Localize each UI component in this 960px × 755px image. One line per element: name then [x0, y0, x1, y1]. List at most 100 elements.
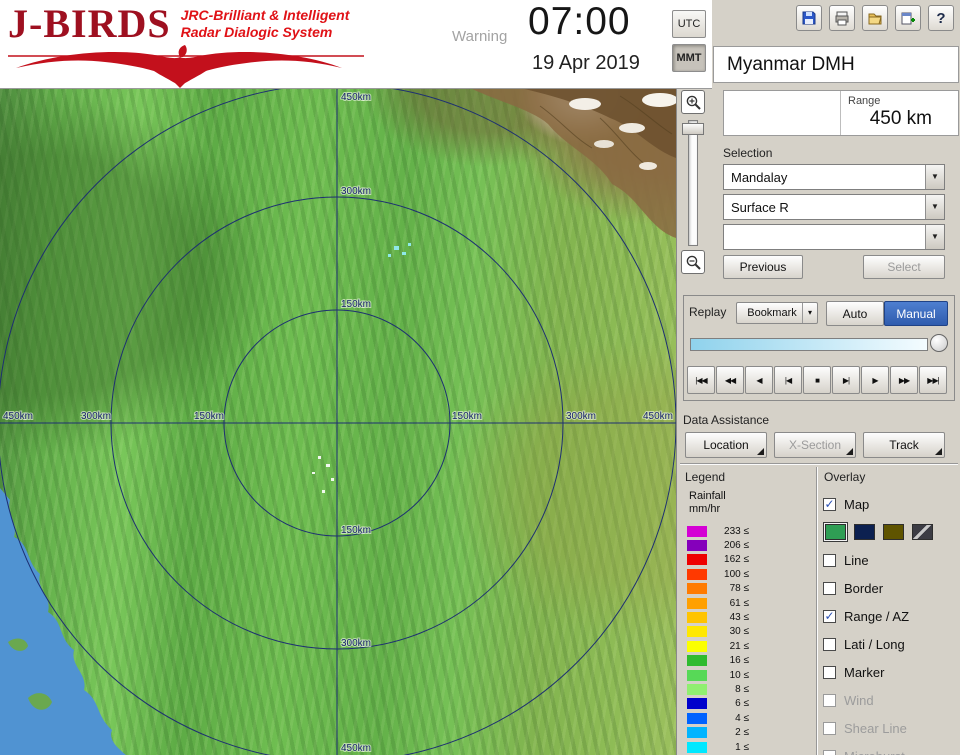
- lati-long-checkbox[interactable]: [823, 637, 836, 651]
- corner-triangle-icon: [935, 448, 942, 455]
- legend-row: 30 ≤: [687, 625, 749, 639]
- overlay-item-line[interactable]: Line: [823, 546, 959, 574]
- overlay-item-range-az[interactable]: ✓ Range / AZ: [823, 602, 959, 630]
- replay-slider[interactable]: [690, 338, 928, 351]
- logo-subtitle-line1: JRC-Brilliant & Intelligent: [180, 7, 350, 23]
- range-ring-label: 150km: [452, 411, 482, 422]
- help-button[interactable]: ?: [928, 5, 954, 31]
- legend-row: 10 ≤: [687, 668, 749, 682]
- site-dropdown[interactable]: Mandalay ▼: [723, 164, 945, 190]
- overlay-item-lati-long[interactable]: Lati / Long: [823, 630, 959, 658]
- overlay-item-map[interactable]: ✓ Map: [823, 490, 959, 518]
- map-color-palette: [823, 518, 959, 546]
- save-button[interactable]: [796, 5, 822, 31]
- zoom-out-button[interactable]: [681, 250, 705, 274]
- print-icon: [835, 11, 849, 26]
- site-dropdown-value: Mandalay: [731, 170, 788, 185]
- map-color-swatch-1[interactable]: [825, 524, 846, 540]
- marker-checkbox[interactable]: [823, 665, 836, 679]
- legend-unit: mm/hr: [689, 503, 721, 515]
- legend-color-swatch: [687, 540, 707, 552]
- range-label: Range: [848, 95, 881, 107]
- zoom-slider-thumb[interactable]: [682, 123, 704, 135]
- legend-value: 30 ≤: [729, 626, 749, 638]
- radar-map[interactable]: 450km 300km 150km 150km 300km 450km 450k…: [0, 88, 676, 755]
- chevron-down-icon[interactable]: ▼: [925, 165, 944, 189]
- map-checkbox[interactable]: ✓: [823, 497, 836, 511]
- map-overlay: 450km 300km 150km 150km 300km 450km 450k…: [0, 88, 676, 755]
- export-button[interactable]: [895, 5, 921, 31]
- zoom-slider[interactable]: [688, 120, 698, 246]
- range-ring-label: 150km: [341, 299, 371, 310]
- zoom-in-button[interactable]: [681, 90, 705, 114]
- chevron-down-icon[interactable]: ▼: [925, 195, 944, 219]
- legend-value: 21 ≤: [729, 640, 749, 652]
- selection-label: Selection: [723, 146, 773, 160]
- map-color-swatch-4[interactable]: [912, 524, 933, 540]
- shear-line-checkbox: [823, 721, 836, 735]
- range-ring-label: 300km: [81, 411, 111, 422]
- overlay-item-shear-line: Shear Line: [823, 714, 959, 742]
- fast-forward-button[interactable]: ▶▶: [890, 366, 918, 394]
- map-color-swatch-2[interactable]: [854, 524, 875, 540]
- skip-to-start-button[interactable]: |◀◀: [687, 366, 715, 394]
- open-file-button[interactable]: [862, 5, 888, 31]
- mmt-button[interactable]: MMT: [672, 44, 706, 72]
- legend-color-swatch: [687, 712, 707, 724]
- fast-rewind-button[interactable]: ◀◀: [716, 366, 744, 394]
- location-button[interactable]: Location: [685, 432, 767, 458]
- map-color-swatch-3[interactable]: [883, 524, 904, 540]
- chevron-down-icon[interactable]: ▾: [802, 303, 817, 323]
- overlay-item-label: Lati / Long: [844, 636, 905, 652]
- line-checkbox[interactable]: [823, 553, 836, 567]
- play-button[interactable]: ▶: [861, 366, 889, 394]
- print-button[interactable]: [829, 5, 855, 31]
- legend-row: 100 ≤: [687, 567, 749, 581]
- legend-color-swatch: [687, 525, 707, 537]
- step-back-button[interactable]: |◀: [774, 366, 802, 394]
- range-ring-label: 300km: [566, 411, 596, 422]
- legend-value: 162 ≤: [724, 554, 749, 566]
- utc-button[interactable]: UTC: [672, 10, 706, 38]
- range-display: Range 450 km: [723, 90, 959, 136]
- replay-slider-thumb[interactable]: [930, 334, 948, 352]
- magnifier-minus-icon: [686, 255, 701, 270]
- legend-value: 10 ≤: [729, 669, 749, 681]
- previous-button[interactable]: Previous: [723, 255, 803, 279]
- wind-checkbox: [823, 693, 836, 707]
- data-assistance-buttons: Location X-Section Track: [685, 432, 945, 458]
- da-button-label: Track: [889, 438, 919, 452]
- range-ring-label: 450km: [3, 411, 33, 422]
- overlay-item-border[interactable]: Border: [823, 574, 959, 602]
- manual-button[interactable]: Manual: [884, 301, 948, 326]
- track-button[interactable]: Track: [863, 432, 945, 458]
- legend-color-swatch: [687, 612, 707, 624]
- stop-button[interactable]: ■: [803, 366, 831, 394]
- legend-row: 16 ≤: [687, 654, 749, 668]
- legend-row: 8 ≤: [687, 682, 749, 696]
- control-panel: ? Myanmar DMH Range 450 km Selection Man…: [676, 0, 960, 755]
- corner-triangle-icon: [757, 448, 764, 455]
- legend-row: 162 ≤: [687, 553, 749, 567]
- overlay-item-marker[interactable]: Marker: [823, 658, 959, 686]
- overlay-item-label: Line: [844, 552, 869, 568]
- range-divider: [840, 91, 841, 135]
- auto-button[interactable]: Auto: [826, 301, 884, 326]
- legend-color-swatch: [687, 727, 707, 739]
- skip-to-end-button[interactable]: ▶▶|: [919, 366, 947, 394]
- step-forward-button[interactable]: ▶|: [832, 366, 860, 394]
- legend-rows: 233 ≤ 206 ≤ 162 ≤ 100 ≤ 78 ≤ 61 ≤ 43 ≤ 30 ≤ 21 ≤…: [687, 524, 749, 754]
- open-file-icon: [868, 13, 882, 25]
- extra-dropdown[interactable]: ▼: [723, 224, 945, 250]
- overlay-item-label: Marker: [844, 664, 885, 680]
- help-icon: ?: [936, 9, 946, 27]
- range-ring-label: 150km: [194, 411, 224, 422]
- play-reverse-button[interactable]: ◀: [745, 366, 773, 394]
- border-checkbox[interactable]: [823, 581, 836, 595]
- logo-title: J-BIRDS: [8, 1, 171, 46]
- bookmark-button[interactable]: Bookmark ▾: [736, 302, 818, 324]
- chevron-down-icon[interactable]: ▼: [925, 225, 944, 249]
- bookmark-button-label: Bookmark: [747, 307, 797, 319]
- range-az-checkbox[interactable]: ✓: [823, 609, 836, 623]
- product-dropdown[interactable]: Surface R ▼: [723, 194, 945, 220]
